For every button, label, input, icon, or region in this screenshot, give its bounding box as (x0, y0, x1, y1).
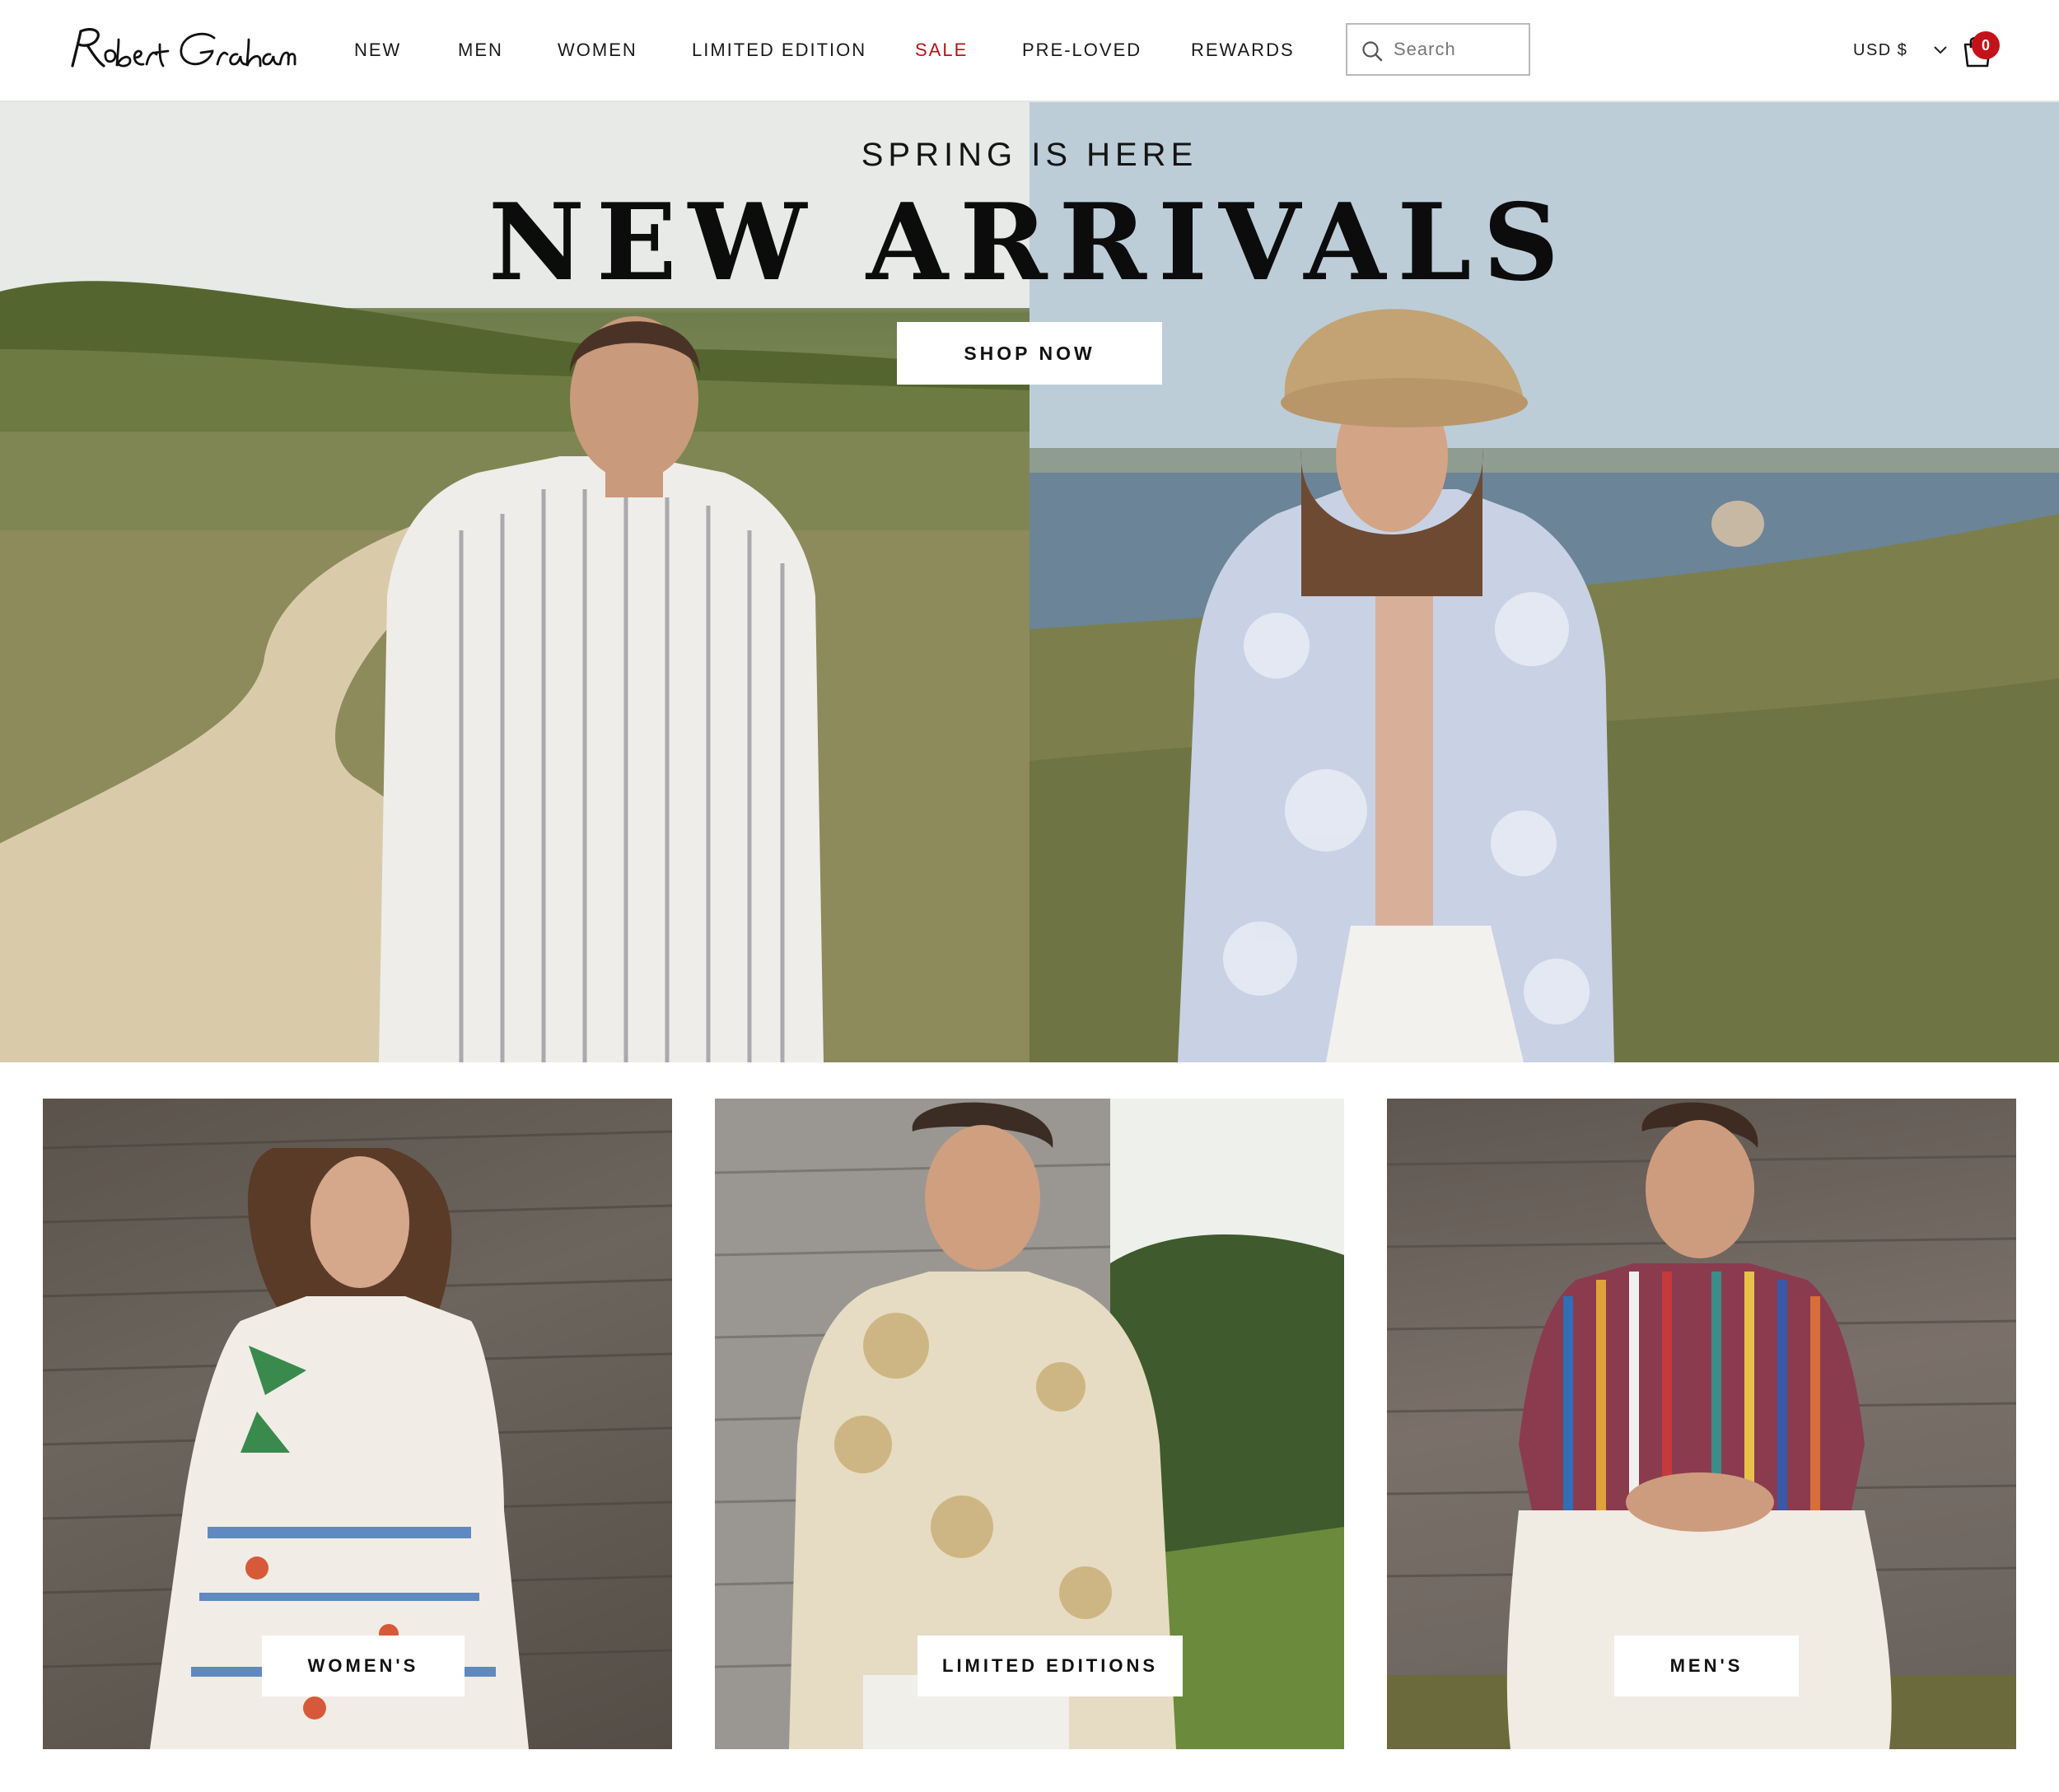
hero-title: NEW ARRIVALS (488, 181, 1571, 305)
shop-now-button[interactable]: SHOP NOW (897, 322, 1162, 385)
site-header: NEW MEN WOMEN LIMITED EDITION SALE PRE-L… (0, 0, 2059, 102)
hero-banner[interactable]: SPRING IS HERE NEW ARRIVALS SHOP NOW (0, 102, 2059, 1062)
womens-tile-label[interactable]: WOMEN'S (262, 1636, 465, 1696)
chevron-down-icon (1931, 40, 1950, 59)
nav-item-rewards[interactable]: REWARDS (1191, 36, 1295, 64)
nav-item-new[interactable]: NEW (354, 36, 401, 64)
search-input[interactable] (1394, 33, 1525, 66)
currency-label: USD $ (1853, 41, 1908, 59)
category-tile-womens[interactable]: WOMEN'S (43, 1099, 672, 1749)
search-icon (1361, 40, 1384, 63)
currency-selector[interactable]: USD $ (1853, 36, 1947, 64)
logo-script-icon (71, 28, 296, 68)
search-box[interactable] (1346, 23, 1530, 76)
category-tile-mens[interactable]: MEN'S (1387, 1099, 2016, 1749)
brand-logo[interactable] (68, 20, 298, 82)
nav-item-sale[interactable]: SALE (915, 36, 968, 64)
limited-editions-tile-label[interactable]: LIMITED EDITIONS (917, 1636, 1183, 1696)
nav-item-women[interactable]: WOMEN (558, 36, 637, 64)
nav-item-pre-loved[interactable]: PRE-LOVED (1022, 36, 1142, 64)
cart-count-badge: 0 (1972, 31, 2000, 59)
hero-kicker: SPRING IS HERE (861, 137, 1198, 173)
nav-item-limited-edition[interactable]: LIMITED EDITION (692, 36, 866, 64)
nav-item-men[interactable]: MEN (458, 36, 503, 64)
category-tile-limited-editions[interactable]: LIMITED EDITIONS (715, 1099, 1344, 1749)
mens-tile-label[interactable]: MEN'S (1614, 1636, 1799, 1696)
